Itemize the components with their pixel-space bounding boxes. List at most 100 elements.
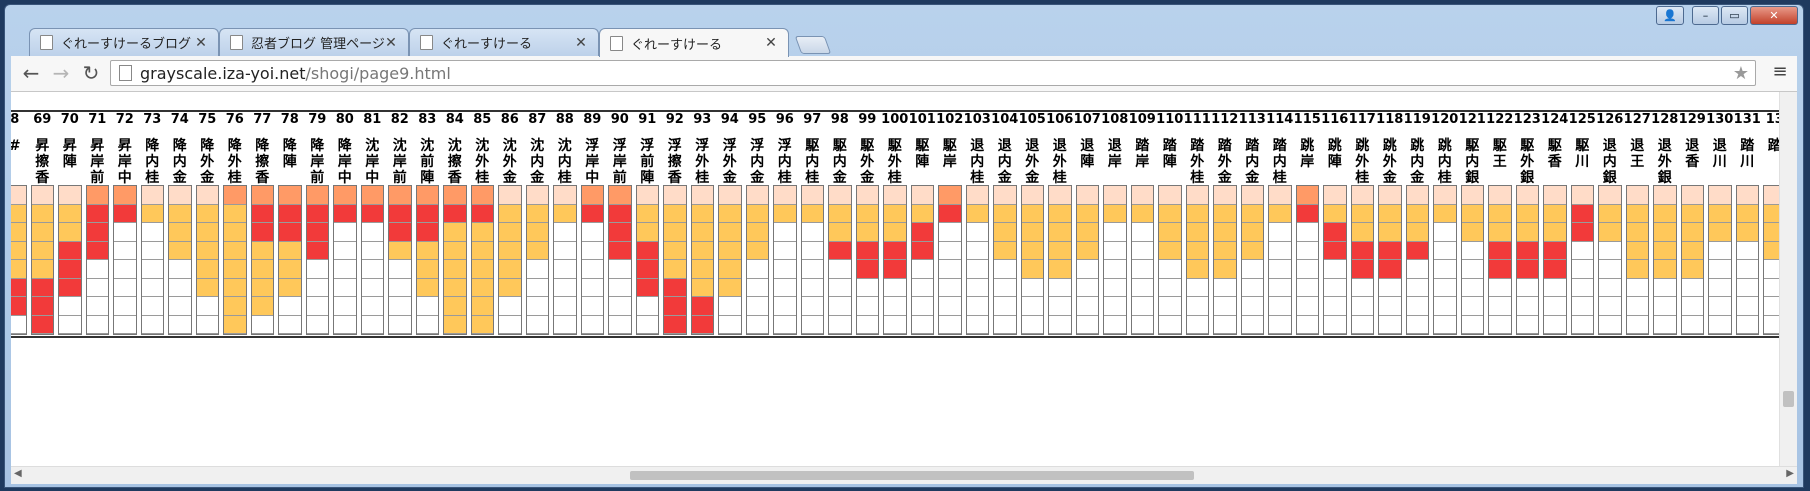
back-arrow-icon[interactable]: ← <box>19 62 43 86</box>
table-column: 95 浮内金 <box>744 112 772 383</box>
table-cell-white <box>774 241 796 260</box>
table-cell-yellow <box>279 278 301 297</box>
table-cell-yellow <box>224 241 246 260</box>
horizontal-scrollbar[interactable]: ◀ ▶ <box>11 466 1797 484</box>
menu-icon[interactable]: ≡ <box>1771 63 1789 83</box>
cell-stack <box>690 185 714 335</box>
url-host: grayscale.iza-yoi.net <box>140 63 306 83</box>
table-cell-pink <box>801 186 823 205</box>
maximize-button[interactable]: ▭ <box>1721 6 1748 25</box>
scroll-left-icon[interactable]: ◀ <box>14 468 22 479</box>
table-cell-red <box>114 204 136 223</box>
user-icon[interactable]: 👤 <box>1656 6 1684 25</box>
cell-stack <box>1598 185 1622 335</box>
cell-stack <box>718 185 742 335</box>
table-column: 100 駆外桂 <box>881 112 909 383</box>
table-cell-white <box>1049 278 1071 297</box>
table-cell-yellow <box>1654 223 1676 242</box>
table-column: 107 退陣 <box>1074 112 1102 383</box>
table-cell-red <box>86 204 108 223</box>
page-favicon-icon <box>420 35 433 50</box>
forward-arrow-icon[interactable]: → <box>49 62 73 86</box>
table-cell-white <box>1324 297 1346 316</box>
table-cell-white <box>306 315 328 334</box>
new-tab-button[interactable] <box>794 36 832 54</box>
table-cell-white <box>1049 315 1071 334</box>
vertical-scroll-thumb[interactable] <box>1783 391 1794 407</box>
tab-2[interactable]: 忍者ブログ 管理ページ - ✕ <box>219 28 409 56</box>
table-cell-yellow <box>1489 223 1511 242</box>
table-column: 84 沈擦香 <box>441 112 469 383</box>
scroll-right-icon[interactable]: ▶ <box>1786 468 1794 479</box>
address-bar[interactable]: grayscale.iza-yoi.net /shogi/page9.html … <box>110 60 1756 86</box>
minimize-button[interactable]: – <box>1692 6 1719 25</box>
table-column: 126 退内銀 <box>1596 112 1624 383</box>
table-cell-yellow <box>59 223 81 242</box>
column-number: 76 <box>225 112 244 127</box>
table-cell-white <box>1599 241 1621 260</box>
table-cell-pink <box>1736 186 1758 205</box>
tab-close-icon[interactable]: ✕ <box>574 35 588 51</box>
column-name: 浮擦香 <box>667 138 682 186</box>
table-cell-white <box>1296 315 1318 334</box>
column-name: 浮内桂 <box>777 138 792 186</box>
table-cell-white <box>939 241 961 260</box>
column-name: 沈岸中 <box>365 138 380 186</box>
tab-close-icon[interactable]: ✕ <box>194 35 208 51</box>
vertical-scrollbar[interactable] <box>1779 92 1797 466</box>
table-cell-yellow <box>416 241 438 260</box>
table-column: 81 沈岸中 <box>359 112 387 383</box>
tab-close-icon[interactable]: ✕ <box>384 35 398 51</box>
table-cell-red <box>1379 260 1401 279</box>
table-cell-white <box>141 278 163 297</box>
column-name: 昇陣 <box>62 138 77 170</box>
table-cell-yellow <box>719 204 741 223</box>
table-column: 82 沈岸前 <box>386 112 414 383</box>
table-cell-white <box>1351 315 1373 334</box>
table-cell-yellow <box>1214 241 1236 260</box>
table-cell-pink <box>31 186 53 205</box>
table-cell-yellow <box>1131 204 1153 223</box>
column-name: 沈内桂 <box>557 138 572 186</box>
table-cell-white <box>1296 297 1318 316</box>
table-column: 99 駆外金 <box>854 112 882 383</box>
tab-4-active[interactable]: ぐれーすけーる ✕ <box>599 28 789 57</box>
table-cell-white <box>1351 278 1373 297</box>
table-cell-white <box>1571 315 1593 334</box>
tab-3[interactable]: ぐれーすけーる ✕ <box>409 28 599 56</box>
table-cell-orange <box>114 186 136 205</box>
table-cell-white <box>1186 315 1208 334</box>
table-cell-yellow <box>499 223 521 242</box>
table-cell-white <box>1241 315 1263 334</box>
table-cell-yellow <box>444 223 466 242</box>
cell-stack <box>553 185 577 335</box>
table-column: 76 降外桂 <box>221 112 249 383</box>
table-cell-yellow <box>1076 241 1098 260</box>
bookmark-star-icon[interactable]: ★ <box>1733 63 1749 84</box>
table-cell-white <box>829 278 851 297</box>
table-cell-yellow <box>196 260 218 279</box>
column-number: 106 <box>1046 112 1074 127</box>
column-name: 沈前陣 <box>420 138 435 186</box>
table-cell-white <box>1571 260 1593 279</box>
table-cell-yellow <box>1159 223 1181 242</box>
table-cell-white <box>1159 278 1181 297</box>
table-cell-yellow <box>719 278 741 297</box>
column-name: 降陣 <box>282 138 297 170</box>
close-window-button[interactable]: ✕ <box>1750 6 1798 25</box>
tab-1[interactable]: ぐれーすけーるブログ ✕ <box>29 28 219 56</box>
table-column: 93 浮外桂 <box>689 112 717 383</box>
table-cell-pink <box>994 186 1016 205</box>
horizontal-scroll-thumb[interactable] <box>630 471 1194 480</box>
tab-close-icon[interactable]: ✕ <box>764 35 778 51</box>
table-cell-white <box>1296 260 1318 279</box>
table-cell-yellow <box>224 260 246 279</box>
cell-stack <box>1543 185 1567 335</box>
table-cell-white <box>59 315 81 334</box>
column-name: 降内金 <box>172 138 187 186</box>
reload-icon[interactable]: ↻ <box>79 62 103 86</box>
cell-stack <box>30 185 54 335</box>
table-cell-red <box>251 204 273 223</box>
table-cell-yellow <box>1214 260 1236 279</box>
table-cell-red <box>59 260 81 279</box>
